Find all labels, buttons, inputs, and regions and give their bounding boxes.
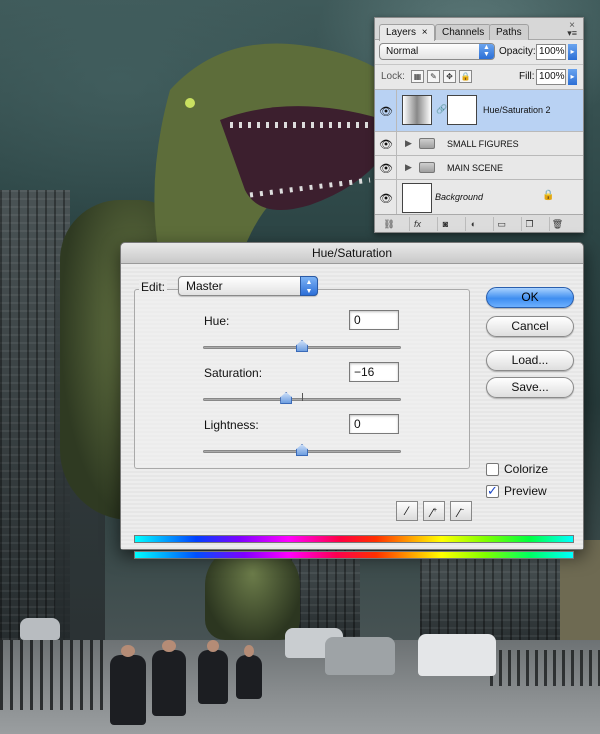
visibility-toggle[interactable]: 👁 (375, 90, 397, 131)
layers-panel: Layers × Channels Paths × ▾≡ Normal ▲ ▼ O… (374, 17, 584, 233)
lock-pixels-icon[interactable]: ✎ (427, 70, 440, 83)
lock-all-icon[interactable]: 🔒 (459, 70, 472, 83)
mask-thumbnail[interactable] (447, 95, 477, 125)
colorize-checkbox[interactable] (486, 463, 499, 476)
trash-icon[interactable]: 🗑 (549, 217, 565, 231)
saturation-center-tick (302, 393, 303, 401)
group-icon[interactable]: ▭ (493, 217, 509, 231)
adjustment-icon[interactable]: ◐ (465, 217, 481, 231)
lock-label: Lock: (381, 71, 405, 82)
eye-icon: 👁 (379, 162, 393, 175)
opacity-arrow-icon[interactable]: ▸ (568, 44, 577, 60)
car (325, 637, 395, 675)
lightness-label: Lightness: (204, 418, 259, 432)
layer-thumbnail (402, 183, 432, 213)
panel-menu-icon[interactable]: ▾≡ (567, 28, 577, 39)
colorize-label: Colorize (504, 462, 549, 476)
visibility-toggle[interactable]: 👁 (375, 132, 397, 155)
running-figure (198, 640, 228, 704)
updown-arrows-icon: ▲ ▼ (300, 276, 318, 296)
hue-label: Hue: (204, 314, 230, 328)
chain-link-icon[interactable]: 🔗 (436, 104, 447, 115)
lightness-input[interactable]: 0 (349, 414, 399, 434)
hue-saturation-dialog: Hue/Saturation Edit: Master ▲ ▼ Hue: 0 Sa… (120, 242, 584, 559)
lock-row: Lock: ▦ ✎ ✥ 🔒 Fill: 100% ▸ (375, 64, 583, 88)
tab-paths[interactable]: Paths (489, 24, 529, 40)
car (20, 618, 60, 640)
eyedropper-icon[interactable]: ⁄ (396, 501, 418, 521)
expand-triangle-icon[interactable]: ▶ (405, 138, 412, 149)
expand-triangle-icon[interactable]: ▶ (405, 162, 412, 173)
layer-name: MAIN SCENE (447, 163, 504, 173)
lock-icon: 🔒 (542, 190, 555, 201)
car (418, 634, 496, 676)
eye-icon: 👁 (379, 138, 393, 151)
layer-row-background[interactable]: 👁 Background 🔒 (375, 179, 583, 215)
tab-layers[interactable]: Layers × (379, 24, 435, 41)
layer-row-small-figures[interactable]: 👁 ▶ SMALL FIGURES (375, 131, 583, 155)
adjustment-thumbnail (402, 95, 432, 125)
tab-channels[interactable]: Channels (435, 24, 492, 40)
preview-label: Preview (504, 484, 547, 498)
saturation-input[interactable]: −16 (349, 362, 399, 382)
layer-row-hue-saturation[interactable]: 👁 🔗 Hue/Saturation 2 (375, 89, 583, 131)
layers-panel-tabs: Layers × Channels Paths × ▾≡ (375, 18, 583, 41)
input-color-spectrum (134, 535, 574, 543)
running-figure (152, 640, 186, 716)
eyedropper-plus-icon[interactable]: ⁄+ (423, 501, 445, 521)
saturation-label: Saturation: (204, 366, 263, 380)
folder-icon (419, 162, 435, 173)
folder-icon (419, 138, 435, 149)
mask-icon[interactable]: ◙ (437, 217, 453, 231)
edit-select[interactable]: Master ▲ ▼ (178, 276, 318, 296)
tab-close-icon[interactable]: × (422, 27, 428, 38)
lock-transparency-icon[interactable]: ▦ (411, 70, 424, 83)
ok-button[interactable]: OK (486, 287, 574, 308)
railing-right (490, 650, 600, 686)
output-color-spectrum (134, 551, 574, 559)
opacity-label: Opacity: (499, 46, 536, 57)
eye-icon: 👁 (379, 105, 393, 118)
layer-name: Background (435, 192, 484, 202)
load-button[interactable]: Load... (486, 350, 574, 371)
new-layer-icon[interactable]: ❐ (521, 217, 537, 231)
blend-mode-select[interactable]: Normal ▲ ▼ (379, 43, 495, 60)
save-button[interactable]: Save... (486, 377, 574, 398)
fill-input[interactable]: 100% (536, 69, 566, 85)
layer-row-main-scene[interactable]: 👁 ▶ MAIN SCENE (375, 155, 583, 179)
dinosaur-claw (205, 545, 300, 640)
fill-label: Fill: (519, 71, 535, 82)
visibility-toggle[interactable]: 👁 (375, 156, 397, 179)
visibility-toggle[interactable]: 👁 (375, 180, 397, 215)
layer-name: SMALL FIGURES (447, 139, 519, 149)
eye-icon: 👁 (379, 192, 393, 205)
railing-left (0, 640, 110, 710)
preview-checkbox[interactable]: ✓ (486, 484, 499, 498)
fill-arrow-icon[interactable]: ▸ (568, 69, 577, 85)
adjustment-group (134, 289, 470, 469)
fx-icon[interactable]: fx (409, 217, 425, 231)
layer-name: Hue/Saturation 2 (483, 105, 551, 115)
eyedropper-minus-icon[interactable]: ⁄− (450, 501, 472, 521)
dialog-title[interactable]: Hue/Saturation (121, 243, 583, 264)
opacity-input[interactable]: 100% (536, 44, 566, 60)
cancel-button[interactable]: Cancel (486, 316, 574, 337)
updown-arrows-icon: ▲ ▼ (479, 44, 494, 59)
blend-row: Normal ▲ ▼ Opacity: 100% ▸ (375, 40, 583, 64)
lock-position-icon[interactable]: ✥ (443, 70, 456, 83)
running-figure (236, 645, 262, 699)
edit-label: Edit: (139, 280, 168, 294)
link-icon[interactable]: ⛓ (381, 217, 397, 231)
dialog-body: Edit: Master ▲ ▼ Hue: 0 Saturation: −16 L… (121, 265, 583, 559)
running-figure (110, 645, 146, 725)
layers-footer: ⛓ fx ◙ ◐ ▭ ❐ 🗑 (375, 214, 583, 232)
hue-input[interactable]: 0 (349, 310, 399, 330)
